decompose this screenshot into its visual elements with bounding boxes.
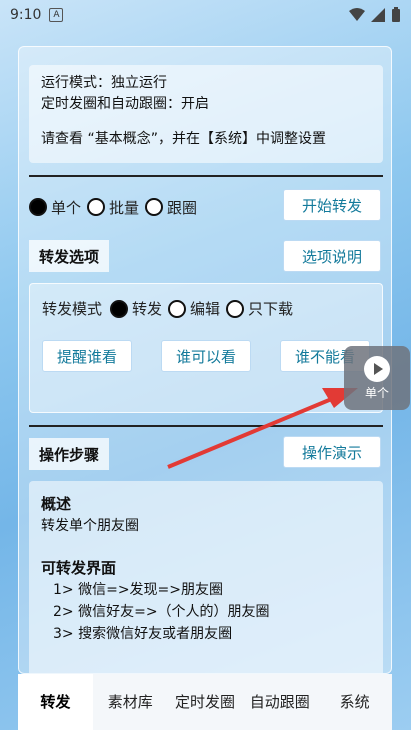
radio-single[interactable]: 单个 (29, 197, 81, 218)
radio-single-dot (29, 198, 47, 216)
floating-button-label: 单个 (364, 385, 389, 400)
divider-middle (29, 425, 383, 427)
play-icon (364, 355, 390, 382)
radio-forward[interactable]: 转发 (110, 298, 162, 319)
radio-follow-label: 跟圈 (167, 198, 198, 217)
schedule-status-text: 定时发圈和自动跟圈：开启 (41, 96, 209, 112)
forward-options-label: 转发选项 (29, 240, 110, 272)
tab-system[interactable]: 系统 (317, 674, 392, 730)
forward-mode-label: 转发模式 (42, 300, 103, 318)
tab-material[interactable]: 素材库 (93, 674, 168, 730)
tab-scheduled[interactable]: 定时发圈 (168, 674, 243, 730)
radio-edit[interactable]: 编辑 (168, 298, 220, 319)
signal-icon (371, 8, 385, 22)
settings-hint-text: 请查看 “基本概念”，并在【系统】中调整设置 (41, 131, 326, 147)
status-time: 9:10 (10, 7, 42, 23)
overview-title: 概述 (41, 495, 72, 513)
start-forward-button[interactable]: 开始转发 (283, 189, 381, 221)
remind-who-button[interactable]: 提醒谁看 (42, 340, 132, 372)
radio-batch-dot (87, 198, 106, 216)
screens-title: 可转发界面 (41, 559, 117, 577)
screen-item-1: 1> 微信=>发现=>朋友圈 (53, 582, 224, 598)
battery-icon (392, 7, 400, 22)
tab-auto-follow[interactable]: 自动跟圈 (242, 674, 317, 730)
run-info-card: 运行模式：独立运行 定时发圈和自动跟圈：开启 请查看 “基本概念”，并在【系统】… (29, 65, 383, 163)
forward-mode-row: 转发模式 转发 编辑 只下载 (42, 298, 299, 319)
radio-forward-label: 转发 (132, 300, 163, 318)
radio-edit-dot (168, 299, 187, 318)
radio-download-only-dot (226, 299, 245, 318)
screen-item-2: 2> 微信好友=>（个人的）朋友圈 (53, 604, 270, 620)
divider-top (29, 175, 383, 177)
run-mode-text: 运行模式：独立运行 (41, 75, 167, 91)
main-panel: 运行模式：独立运行 定时发圈和自动跟圈：开启 请查看 “基本概念”，并在【系统】… (18, 46, 392, 674)
radio-single-label: 单个 (51, 198, 82, 217)
radio-download-only-label: 只下载 (248, 300, 294, 318)
steps-card: 概述 转发单个朋友圈 可转发界面 1> 微信=>发现=>朋友圈 2> 微信好友=… (29, 481, 383, 673)
radio-download-only[interactable]: 只下载 (226, 298, 293, 319)
app-notification-icon: A (49, 8, 64, 22)
radio-follow[interactable]: 跟圈 (145, 197, 197, 218)
radio-edit-label: 编辑 (190, 300, 221, 318)
tab-forward[interactable]: 转发 (18, 674, 93, 730)
bottom-nav: 转发 素材库 定时发圈 自动跟圈 系统 (18, 674, 392, 730)
floating-play-button[interactable]: 单个 (344, 346, 410, 410)
radio-follow-dot (145, 198, 164, 216)
status-bar: 9:10 A (0, 0, 411, 30)
steps-label: 操作步骤 (29, 438, 110, 470)
options-help-button[interactable]: 选项说明 (283, 240, 381, 272)
demo-button[interactable]: 操作演示 (283, 436, 381, 468)
radio-forward-dot (110, 299, 129, 318)
forward-options-card: 转发模式 转发 编辑 只下载 提醒谁看 谁可以看 谁不能看 (29, 283, 383, 413)
wifi-icon (349, 8, 365, 21)
radio-batch-label: 批量 (109, 198, 140, 217)
screen-item-3: 3> 搜索微信好友或者朋友圈 (53, 626, 233, 642)
who-can-see-button[interactable]: 谁可以看 (161, 340, 251, 372)
radio-batch[interactable]: 批量 (87, 197, 139, 218)
overview-text: 转发单个朋友圈 (41, 518, 139, 534)
